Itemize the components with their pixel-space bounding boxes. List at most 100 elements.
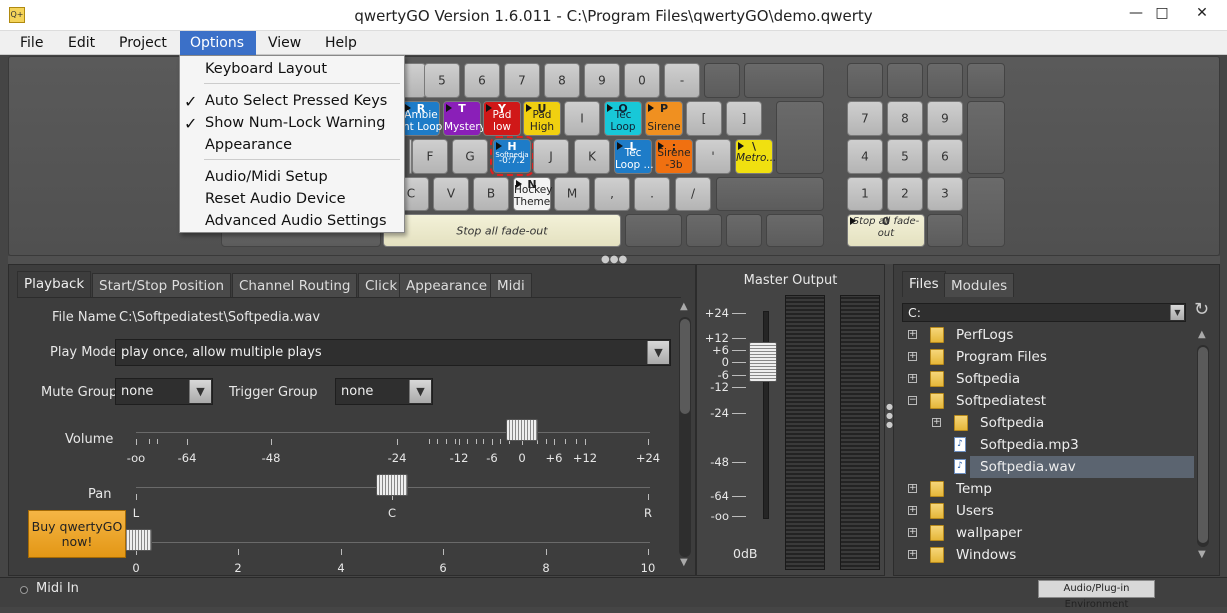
key-rctrl[interactable]	[766, 214, 824, 247]
volume-track[interactable]	[136, 432, 650, 433]
refresh-icon[interactable]: ↻	[1194, 299, 1209, 320]
menu-item-numlock-warning[interactable]: Show Num-Lock Warning	[205, 112, 385, 134]
numkey-divide[interactable]	[887, 63, 923, 98]
numkey-1[interactable]: 1	[847, 177, 883, 211]
menu-item-advanced-audio[interactable]: Advanced Audio Settings	[205, 210, 387, 232]
key-r[interactable]: R Ambie nt Loop	[402, 101, 442, 136]
tab-modules[interactable]: Modules	[944, 273, 1015, 297]
numkey-numlock[interactable]	[847, 63, 883, 98]
key-t[interactable]: T Mystery	[443, 101, 486, 136]
tree-item[interactable]: PerfLogs	[946, 324, 1194, 346]
tab-click[interactable]: Click	[358, 273, 405, 297]
numkey-0[interactable]: 0 Stop all fade-out	[847, 214, 925, 247]
key-backspace[interactable]	[744, 63, 824, 98]
audio-plugin-button[interactable]: Audio/Plug-in Environment	[1038, 580, 1155, 610]
key-j[interactable]: J	[533, 139, 569, 174]
key-l[interactable]: L Tec Loop ...	[614, 139, 654, 174]
key-7[interactable]: 7	[504, 63, 540, 98]
splitter[interactable]: ●●●	[8, 255, 1220, 265]
menu-item-reset-audio[interactable]: Reset Audio Device	[205, 188, 346, 210]
key-8[interactable]: 8	[544, 63, 580, 98]
menu-project[interactable]: Project	[109, 31, 177, 55]
key-slash[interactable]: /	[675, 177, 711, 211]
key-o[interactable]: O Tec Loop	[604, 101, 642, 136]
numkey-decimal[interactable]	[927, 214, 963, 247]
key-g[interactable]: G	[452, 139, 488, 174]
key-0[interactable]: 0	[624, 63, 660, 98]
tab-start-stop[interactable]: Start/Stop Position	[92, 273, 232, 297]
trigger-group-select[interactable]: none ▼	[335, 378, 433, 405]
key-5[interactable]: 5	[424, 63, 460, 98]
menu-view[interactable]: View	[258, 31, 311, 55]
pan-slider-thumb[interactable]	[376, 474, 408, 496]
tree-item[interactable]: Users	[946, 500, 1194, 522]
expand-icon[interactable]: +	[908, 528, 917, 537]
mute-group-select[interactable]: none ▼	[115, 378, 213, 405]
expand-icon[interactable]: +	[908, 374, 917, 383]
tree-item[interactable]: Softpedia.wav	[970, 456, 1194, 478]
third-track[interactable]	[136, 542, 650, 543]
numkey-8[interactable]: 8	[887, 101, 923, 136]
numkey-6[interactable]: 6	[927, 139, 963, 174]
menu-item-keyboard-layout[interactable]: Keyboard Layout	[205, 58, 327, 80]
splitter-grip-icon[interactable]: ● ● ●	[886, 402, 893, 429]
scroll-down-icon[interactable]: ▼	[1198, 549, 1206, 560]
key-rshift[interactable]	[716, 177, 824, 211]
key-k[interactable]: K	[574, 139, 610, 174]
key-h[interactable]: H Softpedia -0:7.2	[490, 136, 534, 176]
numkey-enter[interactable]	[967, 177, 1005, 247]
key-m[interactable]: M	[554, 177, 590, 211]
tree-item[interactable]: Windows	[946, 544, 1194, 566]
tree-item[interactable]: Softpedia	[970, 412, 1194, 434]
play-mode-select[interactable]: play once, allow multiple plays ▼	[115, 339, 671, 366]
key-lbracket[interactable]: [	[686, 101, 722, 136]
key-space[interactable]: Stop all fade-out	[383, 214, 621, 247]
key-9[interactable]: 9	[584, 63, 620, 98]
key-ralt[interactable]	[625, 214, 682, 247]
key-p[interactable]: P Sirene	[645, 101, 683, 136]
scroll-up-icon[interactable]: ▲	[680, 301, 688, 312]
tab-playback[interactable]: Playback	[17, 271, 92, 297]
minimize-button[interactable]: —	[1124, 3, 1148, 23]
key-comma[interactable]: ,	[594, 177, 630, 211]
tab-channel-routing[interactable]: Channel Routing	[232, 273, 358, 297]
key-quote[interactable]: '	[695, 139, 731, 174]
key-rwin[interactable]	[726, 214, 762, 247]
key-menu[interactable]	[686, 214, 722, 247]
scroll-down-icon[interactable]: ▼	[680, 557, 688, 568]
scroll-up-icon[interactable]: ▲	[1198, 329, 1206, 340]
key-period[interactable]: .	[634, 177, 670, 211]
menu-options[interactable]: Options	[180, 31, 256, 55]
tab-appearance[interactable]: Appearance	[399, 273, 495, 297]
scrollbar-thumb[interactable]	[1198, 347, 1208, 543]
key-y[interactable]: Y Pad low	[483, 101, 521, 136]
tree-item[interactable]: Softpedia	[946, 368, 1194, 390]
tree-item[interactable]: Softpediatest	[946, 390, 1194, 412]
expand-icon[interactable]: +	[908, 506, 917, 515]
key-rbracket[interactable]: ]	[726, 101, 762, 136]
numkey-5[interactable]: 5	[887, 139, 923, 174]
maximize-button[interactable]: □	[1150, 3, 1174, 23]
master-fader-thumb[interactable]	[749, 342, 777, 382]
tree-item[interactable]: Program Files	[946, 346, 1194, 368]
tab-files[interactable]: Files	[902, 271, 946, 297]
menu-file[interactable]: File	[10, 31, 53, 55]
key-v[interactable]: V	[433, 177, 469, 211]
key-i[interactable]: I	[564, 101, 600, 136]
key-backslash[interactable]: \ Metro...	[735, 139, 776, 174]
tree-item[interactable]: Softpedia.mp3	[970, 434, 1194, 456]
numkey-9[interactable]: 9	[927, 101, 963, 136]
key-semicolon[interactable]: ; Sirene -3b	[655, 139, 693, 174]
expand-icon[interactable]: +	[908, 330, 917, 339]
numkey-3[interactable]: 3	[927, 177, 963, 211]
numkey-minus[interactable]	[967, 63, 1005, 98]
tree-scrollbar[interactable]	[1197, 345, 1209, 547]
buy-button[interactable]: Buy qwertyGO now!	[28, 510, 126, 558]
collapse-icon[interactable]: −	[908, 396, 917, 405]
menu-item-audio-midi-setup[interactable]: Audio/Midi Setup	[205, 166, 328, 188]
key-n[interactable]: N Hockey Theme	[513, 177, 552, 211]
key-b[interactable]: B	[473, 177, 509, 211]
key-6[interactable]: 6	[464, 63, 500, 98]
tab-midi[interactable]: Midi	[490, 273, 532, 297]
volume-slider-thumb[interactable]	[506, 419, 538, 441]
